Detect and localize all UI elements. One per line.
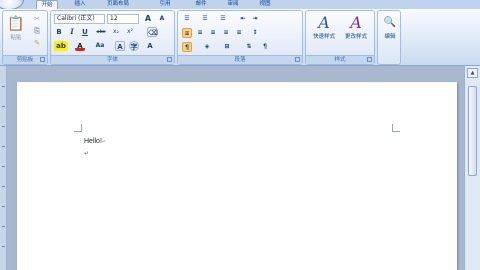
font-group: Calibri (正文) 12 A A B I U abc x₂ x² ⌫ ab… xyxy=(50,10,175,65)
shrink-font-button[interactable]: A xyxy=(157,14,167,24)
align-left-icon[interactable]: ≡ xyxy=(182,28,192,38)
char-shading-icon[interactable]: A xyxy=(115,41,125,51)
clipboard-group: 📋 粘贴 ✂ ⎘ ✎ 剪贴板 xyxy=(2,10,48,65)
align-center-icon[interactable]: ≡ xyxy=(195,28,205,38)
vertical-ruler xyxy=(0,66,7,270)
borders-icon[interactable]: ⊞ xyxy=(222,42,232,52)
italic-button[interactable]: I xyxy=(67,27,77,37)
ribbon-tabs: 开始 插入 页面布局 引用 邮件 审阅 视图 xyxy=(0,0,480,9)
cut-icon[interactable]: ✂ xyxy=(32,14,42,24)
clipboard-launcher[interactable] xyxy=(40,57,45,62)
margin-corner-left xyxy=(74,124,82,132)
grow-font-2-button[interactable]: A xyxy=(145,41,155,51)
bullets-icon[interactable]: ☰ xyxy=(182,14,192,24)
scroll-up-button[interactable]: ▲ xyxy=(467,68,478,78)
paragraph-group: ☰ ☰ ☰ ⇤ ⇥ ≡ ≡ ≡ ≡ ≡ ↕ ¶ ◈ ⊞ ⇅ ¶ 段落 xyxy=(177,10,303,65)
document-page[interactable] xyxy=(17,82,457,270)
ruler-tick xyxy=(2,126,5,127)
vertical-scrollbar[interactable]: ▲ xyxy=(464,66,480,270)
clipboard-icon: 📋 xyxy=(7,16,25,32)
paragraph-mark-icon: ↵ xyxy=(84,150,90,157)
tab-page-layout[interactable]: 页面布局 xyxy=(100,0,136,9)
text-direction-icon[interactable]: ¶ xyxy=(182,42,192,52)
change-styles-icon: A xyxy=(350,13,362,32)
change-styles-button[interactable]: A 更改样式 xyxy=(341,13,371,41)
numbering-icon[interactable]: ☰ xyxy=(200,14,210,24)
tab-mailings[interactable]: 邮件 xyxy=(190,0,212,9)
paragraph-launcher[interactable] xyxy=(295,57,300,62)
quick-styles-button[interactable]: A 快速样式 xyxy=(309,13,339,41)
grow-font-button[interactable]: A xyxy=(143,14,153,24)
sort-icon[interactable]: ⇅ xyxy=(244,42,254,52)
distributed-icon[interactable]: ≡ xyxy=(234,28,244,38)
ruler-tick xyxy=(2,246,5,247)
ruler-tick xyxy=(2,86,5,87)
font-size-select[interactable]: 12 xyxy=(107,14,139,24)
editing-button[interactable]: 🔍 编辑 xyxy=(379,14,401,40)
ruler-tick xyxy=(2,166,5,167)
return-mark-icon: ↵ xyxy=(101,139,107,145)
ruler-tick xyxy=(2,106,5,107)
multilevel-list-icon[interactable]: ☰ xyxy=(218,14,228,24)
superscript-button[interactable]: x² xyxy=(125,27,135,37)
tab-insert[interactable]: 插入 xyxy=(70,0,90,9)
clear-format-icon[interactable]: ⌫ xyxy=(147,27,158,37)
font-name-select[interactable]: Calibri (正文) xyxy=(54,14,105,24)
bold-button[interactable]: B xyxy=(54,27,64,37)
quick-styles-icon: A xyxy=(318,13,330,32)
format-painter-icon[interactable]: ✎ xyxy=(32,38,42,48)
paste-button[interactable]: 📋 粘贴 xyxy=(6,15,26,41)
find-icon: 🔍 xyxy=(383,17,397,28)
scroll-thumb[interactable] xyxy=(468,86,477,176)
copy-icon[interactable]: ⎘ xyxy=(32,26,42,36)
ruler-tick xyxy=(2,186,5,187)
show-marks-icon[interactable]: ¶ xyxy=(260,42,270,52)
highlight-button[interactable]: ab xyxy=(54,41,68,51)
tab-references[interactable]: 引用 xyxy=(150,0,180,9)
line-spacing-icon[interactable]: ↕ xyxy=(250,28,260,38)
paragraph-group-label: 段落 xyxy=(178,55,302,64)
ruler-tick xyxy=(2,226,5,227)
document-text[interactable]: Hello!↵ xyxy=(84,138,106,145)
ruler-tick xyxy=(2,146,5,147)
ribbon: 📋 粘贴 ✂ ⎘ ✎ 剪贴板 Calibri (正文) 12 A A B I U… xyxy=(0,9,480,66)
align-right-icon[interactable]: ≡ xyxy=(208,28,218,38)
change-case-button[interactable]: Aa xyxy=(93,41,107,51)
decrease-indent-icon[interactable]: ⇤ xyxy=(238,14,248,24)
font-group-label: 字体 xyxy=(51,55,174,64)
underline-button[interactable]: U xyxy=(80,27,90,37)
styles-group-label: 样式 xyxy=(306,55,374,64)
tab-home[interactable]: 开始 xyxy=(36,0,58,9)
justify-icon[interactable]: ≡ xyxy=(221,28,231,38)
increase-indent-icon[interactable]: ⇥ xyxy=(250,14,260,24)
margin-corner-right xyxy=(392,124,400,132)
ruler-tick xyxy=(2,206,5,207)
font-color-button[interactable]: A xyxy=(75,41,85,51)
styles-group: A 快速样式 A 更改样式 样式 xyxy=(305,10,375,65)
strikethrough-button[interactable]: abc xyxy=(94,27,108,37)
font-launcher[interactable] xyxy=(167,57,172,62)
subscript-button[interactable]: x₂ xyxy=(111,27,121,37)
tab-review[interactable]: 审阅 xyxy=(222,0,244,9)
styles-launcher[interactable] xyxy=(367,57,372,62)
enclose-char-icon[interactable]: 字 xyxy=(129,41,139,51)
tab-view[interactable]: 视图 xyxy=(254,0,276,9)
editing-group: 🔍 编辑 xyxy=(377,10,401,65)
shading-icon[interactable]: ◈ xyxy=(202,42,212,52)
